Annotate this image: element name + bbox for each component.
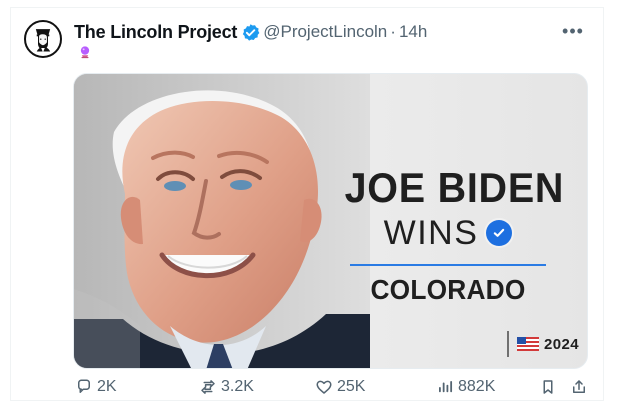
repost-button[interactable]: 3.2K (199, 376, 254, 398)
share-button[interactable] (570, 376, 588, 398)
reply-button[interactable]: 2K (75, 376, 117, 398)
reply-count: 2K (97, 378, 117, 395)
joe-biden-photo (74, 74, 370, 368)
reply-icon (75, 378, 93, 396)
views-button[interactable]: 882K (436, 376, 495, 398)
year-text: 2024 (544, 335, 579, 353)
left-page-margin (0, 0, 6, 408)
headline-wins-text: WINS (383, 214, 479, 252)
checkmark-icon (486, 220, 513, 246)
heart-icon (315, 378, 333, 396)
page: The Lincoln Project @ProjectLincoln · 14… (0, 0, 619, 408)
verified-icon (241, 23, 260, 42)
year-divider (507, 331, 510, 357)
headline-name: JOE BIDEN (344, 164, 565, 211)
views-count: 882K (458, 378, 496, 395)
more-options-button[interactable]: ••• (560, 21, 586, 41)
repost-count: 3.2K (221, 378, 254, 395)
us-flag-icon (517, 337, 540, 351)
timestamp[interactable]: 14h (399, 22, 427, 42)
bookmark-button[interactable] (539, 376, 557, 398)
year-badge: 2024 (507, 331, 579, 357)
right-page-margin (604, 0, 619, 408)
like-count: 25K (337, 378, 366, 395)
tweet-media-card[interactable]: JOE BIDEN WINS COLORADO 2024 (73, 73, 588, 369)
like-button[interactable]: 25K (315, 376, 365, 398)
headline-divider (350, 264, 546, 266)
display-name[interactable]: The Lincoln Project (74, 22, 237, 43)
tweet-header: The Lincoln Project @ProjectLincoln · 14… (74, 20, 427, 44)
lincoln-avatar-icon (27, 23, 59, 55)
tweet-actions: 2K 3.2K 25K 882K (73, 372, 594, 402)
share-icon (570, 378, 588, 396)
crystal-ball-icon (75, 42, 95, 62)
repost-icon (199, 378, 217, 396)
time-separator: · (390, 22, 396, 41)
tweet-card[interactable]: The Lincoln Project @ProjectLincoln · 14… (10, 7, 604, 401)
headline-wins-row: WINS (338, 216, 558, 250)
bookmark-icon (539, 378, 557, 396)
analytics-icon (436, 378, 454, 396)
handle[interactable]: @ProjectLincoln (263, 22, 387, 42)
avatar[interactable] (24, 20, 62, 58)
headline-block: JOE BIDEN WINS COLORADO (338, 164, 565, 305)
headline-state: COLORADO (370, 274, 526, 305)
